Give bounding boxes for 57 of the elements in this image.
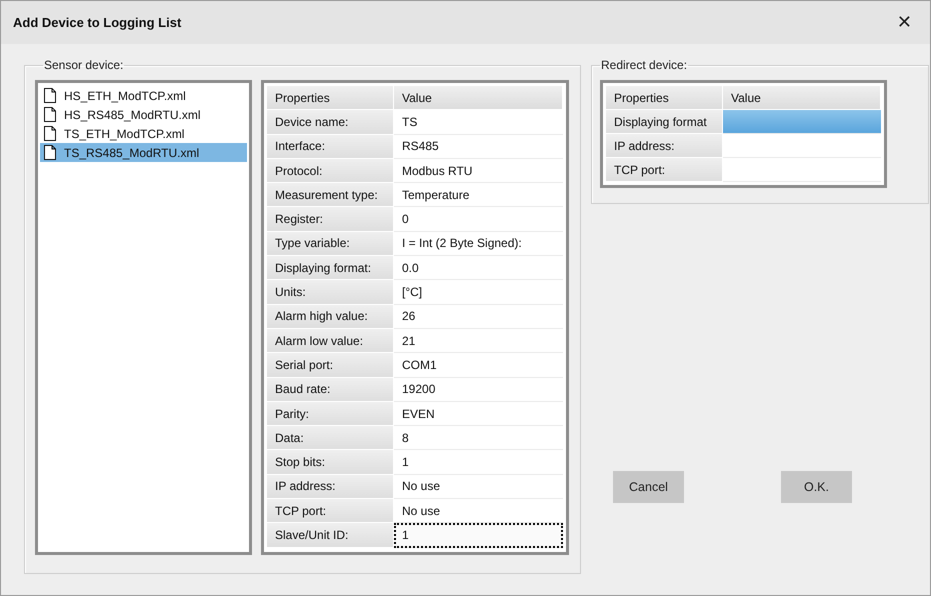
- file-item[interactable]: TS_ETH_ModTCP.xml: [40, 124, 247, 143]
- value-cell[interactable]: EVEN: [394, 402, 563, 426]
- value-cell[interactable]: 0: [394, 207, 563, 232]
- column-header: Properties: [606, 86, 723, 110]
- property-cell: Register:: [267, 207, 394, 232]
- property-cell: Displaying format: [606, 110, 723, 134]
- property-cell: Alarm low value:: [267, 328, 394, 354]
- property-cell: Parity:: [267, 402, 394, 426]
- column-header: Value: [723, 86, 881, 110]
- property-cell: IP address:: [606, 134, 723, 158]
- value-cell[interactable]: [°C]: [394, 280, 563, 305]
- property-cell: Units:: [267, 280, 394, 305]
- close-button[interactable]: ✕: [892, 12, 916, 33]
- file-item[interactable]: TS_RS485_ModRTU.xml: [40, 143, 247, 162]
- value-cell[interactable]: No use: [394, 474, 563, 500]
- property-cell: Baud rate:: [267, 378, 394, 402]
- column-header: Value: [394, 86, 563, 110]
- property-cell: IP address:: [267, 474, 394, 500]
- document-icon: [44, 107, 56, 122]
- file-item[interactable]: HS_RS485_ModRTU.xml: [40, 105, 247, 124]
- ok-button[interactable]: O.K.: [781, 471, 852, 503]
- property-cell: Alarm high value:: [267, 304, 394, 329]
- window-title: Add Device to Logging List: [13, 15, 182, 30]
- column-header: Properties: [267, 86, 394, 110]
- group-label: Redirect device:: [601, 58, 688, 72]
- file-item[interactable]: HS_ETH_ModTCP.xml: [40, 86, 247, 105]
- value-cell[interactable]: COM1: [394, 353, 563, 378]
- value-cell[interactable]: 1: [394, 450, 563, 475]
- value-cell[interactable]: I = Int (2 Byte Signed):: [394, 232, 563, 256]
- property-cell: TCP port:: [267, 499, 394, 524]
- document-icon: [44, 126, 56, 141]
- value-cell[interactable]: 26: [394, 304, 563, 329]
- property-cell: Interface:: [267, 134, 394, 159]
- value-cell[interactable]: 1: [394, 523, 563, 548]
- property-cell: Measurement type:: [267, 183, 394, 208]
- property-cell: Serial port:: [267, 353, 394, 378]
- value-cell[interactable]: Temperature: [394, 183, 563, 208]
- property-cell: TCP port:: [606, 158, 723, 182]
- cancel-button[interactable]: Cancel: [613, 471, 684, 503]
- property-cell: Data:: [267, 426, 394, 450]
- value-cell[interactable]: 21: [394, 328, 563, 354]
- value-cell[interactable]: 19200: [394, 378, 563, 402]
- property-cell: Type variable:: [267, 232, 394, 256]
- property-cell: Slave/Unit ID:: [267, 523, 394, 548]
- property-cell: Stop bits:: [267, 450, 394, 475]
- document-icon: [44, 145, 56, 160]
- property-cell: Device name:: [267, 110, 394, 135]
- value-cell[interactable]: 0.0: [394, 256, 563, 280]
- document-icon: [44, 88, 56, 103]
- value-cell[interactable]: RS485: [394, 134, 563, 159]
- value-cell[interactable]: 8: [394, 426, 563, 450]
- value-cell[interactable]: TS: [394, 110, 563, 135]
- value-cell[interactable]: [723, 110, 881, 134]
- group-label: Sensor device:: [44, 58, 124, 72]
- property-cell: Displaying format:: [267, 256, 394, 280]
- value-cell[interactable]: Modbus RTU: [394, 158, 563, 184]
- property-cell: Protocol:: [267, 158, 394, 184]
